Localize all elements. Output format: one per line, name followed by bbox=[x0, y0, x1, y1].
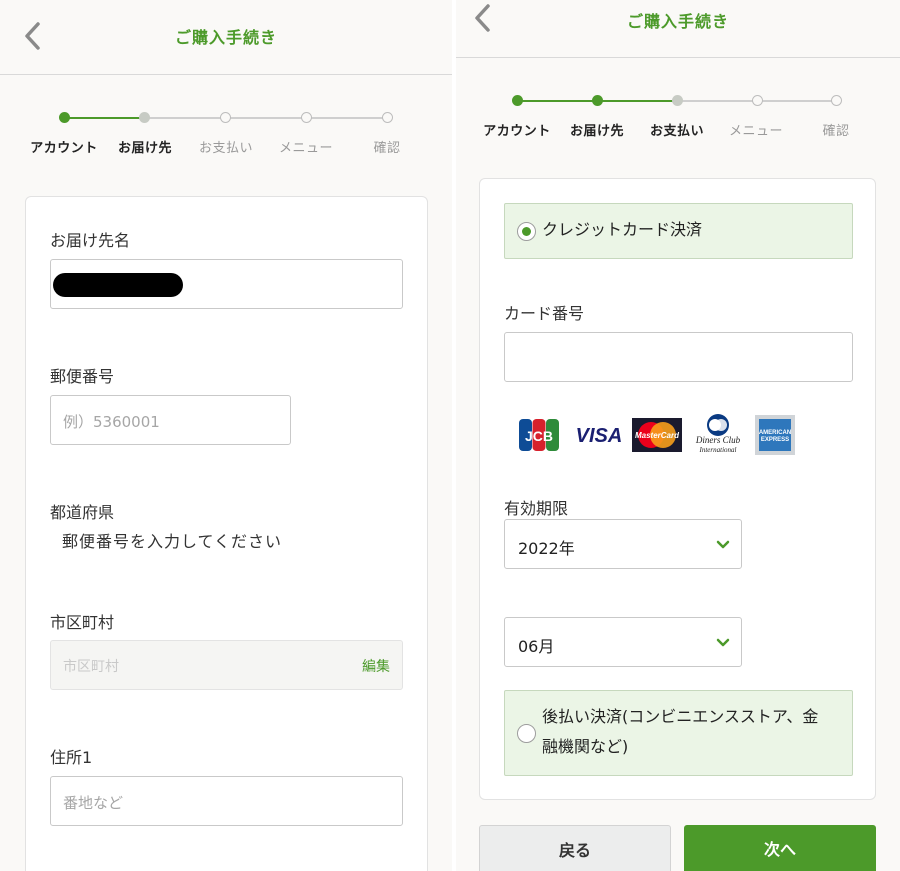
jcb-logo-text: JCB bbox=[525, 428, 553, 444]
jcb-logo-icon: JCB bbox=[519, 419, 559, 451]
prefecture-label: 都道府県 bbox=[50, 503, 115, 522]
delivery-screen: ご購入手続き アカウント お届け先 お支払い メニュー 確認 お届け先名 郵便番… bbox=[0, 0, 452, 871]
card-number-label: カード番号 bbox=[504, 304, 585, 323]
back-button[interactable]: 戻る bbox=[479, 825, 671, 871]
postal-code-input[interactable]: 例）5360001 bbox=[50, 395, 291, 445]
visa-logo-icon: VISA bbox=[576, 425, 623, 447]
expiry-year-select[interactable]: 2022年 bbox=[504, 519, 742, 569]
credit-card-option[interactable]: クレジットカード決済 bbox=[504, 203, 853, 259]
step-connector bbox=[145, 117, 388, 119]
amex-logo-icon: AMERICAN EXPRESS bbox=[755, 415, 795, 455]
deferred-payment-label-line2: 融機関など) bbox=[542, 737, 629, 756]
address1-placeholder: 番地など bbox=[63, 794, 124, 812]
app-header: ご購入手続き bbox=[456, 0, 900, 58]
credit-card-label: クレジットカード決済 bbox=[542, 220, 703, 239]
prefecture-value: 郵便番号を入力してください bbox=[62, 532, 283, 551]
chevron-down-icon bbox=[716, 638, 730, 647]
expiry-month-value: 06月 bbox=[518, 637, 555, 656]
deferred-payment-label-line1: 後払い決済(コンビニエンスストア、金 bbox=[542, 707, 819, 726]
payment-screen: ご購入手続き アカウント お届け先 お支払い メニュー 確認 クレジットカード決… bbox=[456, 0, 900, 871]
card-number-input[interactable] bbox=[504, 332, 853, 382]
expiry-label: 有効期限 bbox=[504, 499, 569, 518]
postal-placeholder: 例）5360001 bbox=[63, 413, 160, 431]
page-title: ご購入手続き bbox=[626, 12, 729, 31]
step-dot-confirm bbox=[831, 95, 842, 106]
credit-card-radio[interactable] bbox=[517, 222, 536, 241]
step-dot-menu bbox=[752, 95, 763, 106]
step-dot-menu bbox=[301, 112, 312, 123]
expiry-month-select[interactable]: 06月 bbox=[504, 617, 742, 667]
expiry-year-value: 2022年 bbox=[518, 539, 575, 558]
step-connector bbox=[65, 117, 145, 119]
page-title: ご購入手続き bbox=[174, 28, 277, 47]
diners-club-logo-icon: Diners Club International bbox=[695, 414, 741, 454]
city-edit-link[interactable]: 編集 bbox=[362, 656, 390, 676]
name-input[interactable] bbox=[50, 259, 403, 309]
city-label: 市区町村 bbox=[50, 613, 115, 632]
step-label-confirm: 確認 bbox=[373, 141, 401, 156]
postal-label: 郵便番号 bbox=[50, 367, 115, 386]
chevron-down-icon bbox=[716, 540, 730, 549]
mastercard-logo-icon: MasterCard bbox=[632, 418, 682, 452]
name-label: お届け先名 bbox=[50, 231, 131, 250]
step-dot-confirm bbox=[382, 112, 393, 123]
deferred-payment-radio[interactable] bbox=[517, 724, 536, 743]
payment-form-card: クレジットカード決済 カード番号 JCB VISA MasterCard Din… bbox=[479, 178, 876, 800]
address1-input[interactable]: 番地など bbox=[50, 776, 403, 826]
app-header: ご購入手続き bbox=[0, 0, 452, 75]
amex-logo-text: AMERICAN bbox=[759, 430, 791, 436]
deferred-payment-option[interactable]: 後払い決済(コンビニエンスストア、金 融機関など) bbox=[504, 690, 853, 776]
diners-logo-text: International bbox=[699, 446, 737, 454]
next-button[interactable]: 次へ bbox=[684, 825, 876, 871]
visa-logo-text: VISA bbox=[576, 425, 623, 447]
step-dot-payment bbox=[672, 95, 683, 106]
delivery-form-card: お届け先名 郵便番号 例）5360001 都道府県 郵便番号を入力してください … bbox=[25, 196, 428, 871]
diners-logo-text: Diners Club bbox=[695, 435, 741, 445]
step-dot-payment bbox=[220, 112, 231, 123]
city-input: 市区町村 編集 bbox=[50, 640, 403, 690]
step-label-confirm: 確認 bbox=[822, 124, 850, 139]
step-dot-delivery bbox=[592, 95, 603, 106]
city-placeholder: 市区町村 bbox=[63, 659, 119, 675]
step-dot-account bbox=[512, 95, 523, 106]
step-dot-delivery bbox=[139, 112, 150, 123]
mastercard-logo-text: MasterCard bbox=[635, 431, 680, 440]
address1-label: 住所1 bbox=[50, 748, 93, 767]
amex-logo-text: EXPRESS bbox=[761, 437, 789, 443]
redacted-name-value bbox=[53, 273, 183, 297]
step-dot-account bbox=[59, 112, 70, 123]
